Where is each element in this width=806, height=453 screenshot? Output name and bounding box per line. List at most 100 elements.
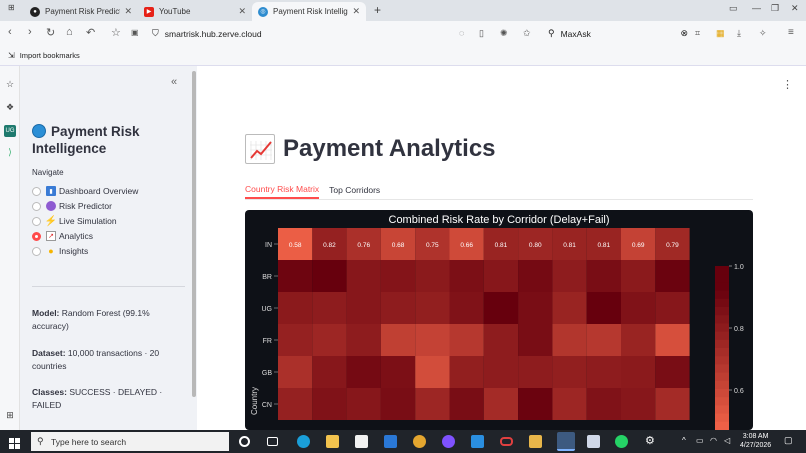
radio-indicator-selected[interactable] <box>32 231 41 241</box>
heatmap-cell <box>518 324 553 356</box>
heatmap-cell <box>449 260 484 292</box>
cell-value-label: 0.82 <box>323 242 336 249</box>
colorbar-segment <box>715 348 729 357</box>
cell-value-label: 0.58 <box>289 242 302 249</box>
heatmap-cell <box>586 260 621 292</box>
favorites-icon[interactable]: ☆ <box>4 78 16 90</box>
store-icon[interactable] <box>355 435 368 448</box>
reload-icon[interactable]: ↻ <box>46 26 55 39</box>
app-link-icon[interactable]: ⟩ <box>4 146 16 158</box>
heatmap-cell <box>346 388 381 420</box>
taskbar-search-input[interactable]: ⚲ Type here to search <box>31 432 229 451</box>
whatsapp-icon[interactable] <box>615 435 628 448</box>
read-aloud-icon[interactable]: ◌ <box>459 28 464 38</box>
nav-item-analytics[interactable]: ↗ Analytics <box>32 229 93 243</box>
chrome-icon[interactable] <box>413 435 426 448</box>
model-info: Model: Random Forest (99.1% accuracy) <box>32 307 182 333</box>
tab-title: Payment Risk Intelligenc <box>273 7 348 16</box>
edge-icon[interactable] <box>297 435 310 448</box>
undo-icon[interactable]: ↶ <box>86 26 95 39</box>
close-icon[interactable]: ✕ <box>352 6 360 17</box>
row-label: BR <box>262 274 272 281</box>
windows-start-icon[interactable] <box>9 436 20 449</box>
heatmap-cell <box>655 388 690 420</box>
star-icon[interactable]: ☆ <box>111 26 121 39</box>
system-clock[interactable]: 3:08 AM 4/27/2026 <box>740 432 771 450</box>
tab-list-icon[interactable]: ⊞ <box>8 3 15 12</box>
notes-icon[interactable] <box>529 435 542 448</box>
vscode-icon[interactable] <box>471 435 484 448</box>
tray-chevron-icon[interactable]: ^ <box>682 436 695 449</box>
radio-indicator[interactable] <box>32 216 41 226</box>
search-box[interactable]: ⚲ MaxAsk ⊗ <box>548 24 688 43</box>
browser-tab-youtube[interactable]: ▶ YouTube ✕ <box>138 2 252 21</box>
heatmap-cell <box>312 356 347 388</box>
close-icon[interactable]: ✕ <box>238 6 246 17</box>
nav-item-live-simulation[interactable]: ⚡ Live Simulation <box>32 214 117 228</box>
radio-indicator[interactable] <box>32 186 41 196</box>
screenshot-icon[interactable]: ⌗ <box>695 28 700 39</box>
colorbar-tick-label: 0.8 <box>734 326 744 333</box>
heatmap-cell <box>415 388 450 420</box>
radio-indicator[interactable] <box>32 246 41 256</box>
browser-tab-strip: ● Payment Risk Prediction ✕ ▶ YouTube ✕ … <box>0 0 806 21</box>
minimize-icon[interactable]: — <box>752 3 761 13</box>
github-desktop-icon[interactable] <box>442 435 455 448</box>
volume-icon[interactable]: ◁ <box>724 436 737 449</box>
back-icon[interactable]: ‹ <box>8 26 12 38</box>
file-explorer-icon[interactable] <box>326 435 339 448</box>
close-icon[interactable]: ✕ <box>124 6 132 17</box>
collapse-sidebar-icon[interactable]: « <box>171 76 177 88</box>
new-tab-plus-icon[interactable]: + <box>374 3 381 17</box>
cell-value-label: 0.76 <box>357 242 370 249</box>
restore-icon[interactable]: ❐ <box>771 3 779 14</box>
copilot-icon[interactable]: ❖ <box>4 101 16 113</box>
notifications-icon[interactable]: ▢ <box>784 435 797 448</box>
tab-country-risk-matrix[interactable]: Country Risk Matrix <box>245 181 320 199</box>
clear-icon[interactable]: ⊗ <box>680 28 688 39</box>
extensions-icon[interactable]: ✧ <box>759 28 767 39</box>
app-icon[interactable] <box>500 437 513 446</box>
mail-icon[interactable] <box>384 435 397 448</box>
app-icon-2[interactable] <box>587 435 600 448</box>
heatmap-cell <box>655 324 690 356</box>
nav-item-insights[interactable]: ● Insights <box>32 244 88 258</box>
translate-icon[interactable]: ✺ <box>500 28 508 39</box>
url-field[interactable]: ⛉ smartrisk.hub.zerve.cloud <box>152 24 452 43</box>
radio-indicator[interactable] <box>32 201 41 211</box>
extension-badge-icon[interactable]: ▣ <box>131 28 139 37</box>
favorites-add-icon[interactable]: ✩ <box>523 28 531 39</box>
more-options-icon[interactable]: ⋮ <box>782 78 793 91</box>
menu-icon[interactable]: ≡ <box>788 27 794 38</box>
window-close-icon[interactable]: ✕ <box>791 3 799 14</box>
heatmap-cell <box>449 356 484 388</box>
app-title: Payment Risk Intelligence <box>32 123 182 157</box>
sidebar-toggle-icon[interactable]: ▭ <box>729 3 738 14</box>
cell-value-label: 0.68 <box>392 242 405 249</box>
home-icon[interactable]: ⌂ <box>66 26 73 38</box>
browser-tab-active[interactable]: ◎ Payment Risk Intelligenc ✕ <box>252 2 366 21</box>
heatmap-cell <box>552 260 587 292</box>
wifi-icon[interactable]: ◠ <box>710 436 723 449</box>
task-view-icon[interactable] <box>267 437 278 446</box>
collections-icon[interactable]: ▦ <box>716 28 725 39</box>
active-app-icon[interactable] <box>557 432 575 451</box>
download-icon[interactable]: ⤓ <box>737 28 741 39</box>
reader-view-icon[interactable]: ▯ <box>479 28 484 39</box>
add-app-icon[interactable]: ⊞ <box>4 409 16 421</box>
battery-icon[interactable]: ▭ <box>696 436 709 449</box>
nav-item-dashboard-overview[interactable]: ▮ Dashboard Overview <box>32 184 138 198</box>
nav-item-risk-predictor[interactable]: Risk Predictor <box>32 199 112 213</box>
forward-icon[interactable]: › <box>28 26 32 38</box>
heatmap-cell <box>518 260 553 292</box>
app-badge-icon[interactable]: UG <box>4 125 16 137</box>
search-icon: ⚲ <box>548 28 555 38</box>
import-bookmarks-link[interactable]: Import bookmarks <box>20 51 80 60</box>
browser-tab-payment-risk[interactable]: ● Payment Risk Prediction ✕ <box>24 2 138 21</box>
settings-gear-icon[interactable]: ⚙ <box>645 434 658 447</box>
tab-top-corridors[interactable]: Top Corridors <box>329 181 380 199</box>
sidebar-scrollbar[interactable] <box>192 71 196 397</box>
windows-taskbar: ⚲ Type here to search ⚙ ^ ▭ ◠ ◁ 3:08 AM … <box>0 430 806 453</box>
cortana-icon[interactable] <box>239 436 250 447</box>
chart-up-icon <box>245 134 275 164</box>
